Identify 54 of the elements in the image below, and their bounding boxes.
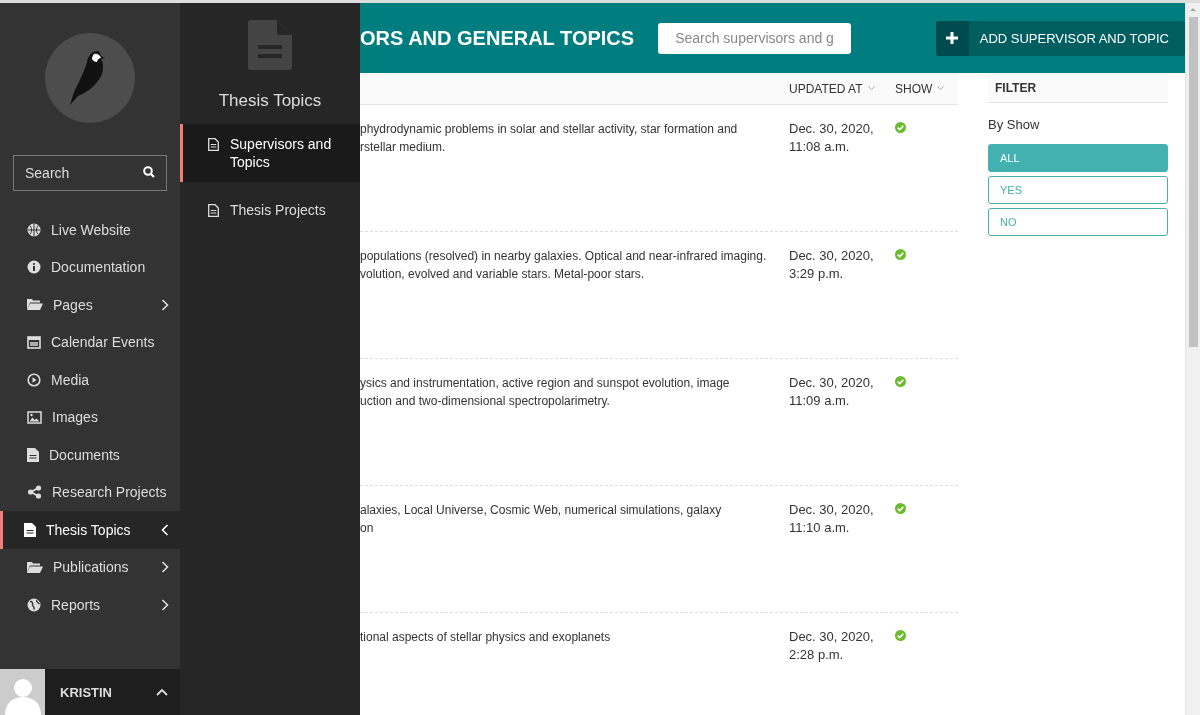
filter-label: By Show — [988, 117, 1041, 132]
menu-item[interactable]: Media — [0, 361, 180, 399]
table-cell-text: ysics and instrumentation, active region and sunspot evolution, image uction and two-dimensional spectropolarimetry. — [360, 375, 730, 410]
table-cell-text: alaxies, Local Universe, Cosmic Web, numerical simulations, galaxy on — [360, 502, 722, 537]
folder-icon — [27, 560, 43, 574]
table-cell-text: tional aspects of stellar physics and exoplanets — [360, 629, 611, 646]
add-button[interactable]: ADD SUPERVISOR AND TOPIC — [935, 20, 1185, 56]
document-icon — [248, 20, 292, 73]
menu-item[interactable]: Research Projects — [0, 473, 180, 511]
document-icon — [27, 447, 39, 462]
globe-icon — [27, 597, 41, 612]
play-icon — [27, 372, 41, 387]
document-icon — [24, 522, 36, 537]
table-cell: Dec. 30, 2020, 11:08 a.m. — [789, 120, 874, 156]
document-icon — [208, 138, 219, 151]
menu-item[interactable]: Documentation — [0, 248, 180, 286]
info-icon — [27, 260, 41, 275]
share-icon — [27, 485, 42, 500]
page-title: ORS AND GENERAL TOPICS — [360, 26, 635, 50]
menu-item[interactable]: Reports — [0, 586, 180, 624]
search-icon — [143, 166, 155, 178]
submenu-title: Thesis Topics — [217, 91, 323, 111]
menu-item[interactable]: Publications — [0, 548, 180, 586]
filter-heading: FILTER — [988, 73, 1168, 103]
column-header[interactable]: SHOW — [895, 81, 958, 96]
search-field[interactable]: Search — [13, 155, 167, 191]
submenu-item[interactable]: Thesis Projects — [180, 191, 360, 229]
menu-item[interactable]: Documents — [0, 436, 180, 474]
calendar-icon — [27, 335, 41, 350]
search-field[interactable]: Search supervisors and g — [658, 22, 851, 54]
search-placeholder: Search — [25, 165, 70, 181]
submenu-item[interactable]: Supervisors and Topics — [180, 124, 360, 182]
menu-item[interactable]: Calendar Events — [0, 323, 180, 361]
menu-item[interactable]: Images — [0, 398, 180, 436]
menu-item[interactable]: Live Website — [0, 211, 180, 249]
sort-caret-icon — [867, 86, 875, 91]
table-cell-text: phydrodynamic problems in solar and stellar activity, star formation and rstellar medium. — [360, 121, 738, 156]
sort-caret-icon — [937, 86, 945, 91]
image-icon — [27, 410, 42, 424]
folder-icon — [27, 298, 43, 312]
menu-item[interactable]: Thesis Topics — [0, 511, 180, 549]
table-cell: Dec. 30, 2020, 3:29 p.m. — [789, 247, 874, 283]
table-cell-text: populations (resolved) in nearby galaxies. Optical and near-infrared imaging. volution, evolved and variable stars. Metal-poor stars. — [360, 248, 767, 283]
globe-icon — [27, 222, 41, 237]
table-cell: Dec. 30, 2020, 2:28 p.m. — [789, 628, 874, 664]
plus-icon — [946, 32, 959, 44]
table-cell: Dec. 30, 2020, 11:10 a.m. — [789, 501, 874, 537]
menu-item[interactable]: Pages — [0, 286, 180, 324]
avatar — [0, 669, 45, 715]
scrollbar-thumb[interactable] — [1188, 17, 1198, 347]
column-header[interactable]: UPDATED AT — [789, 81, 895, 96]
table-cell: Dec. 30, 2020, 11:09 a.m. — [789, 374, 874, 410]
document-icon — [208, 204, 219, 217]
caret-up-icon[interactable] — [156, 688, 168, 696]
